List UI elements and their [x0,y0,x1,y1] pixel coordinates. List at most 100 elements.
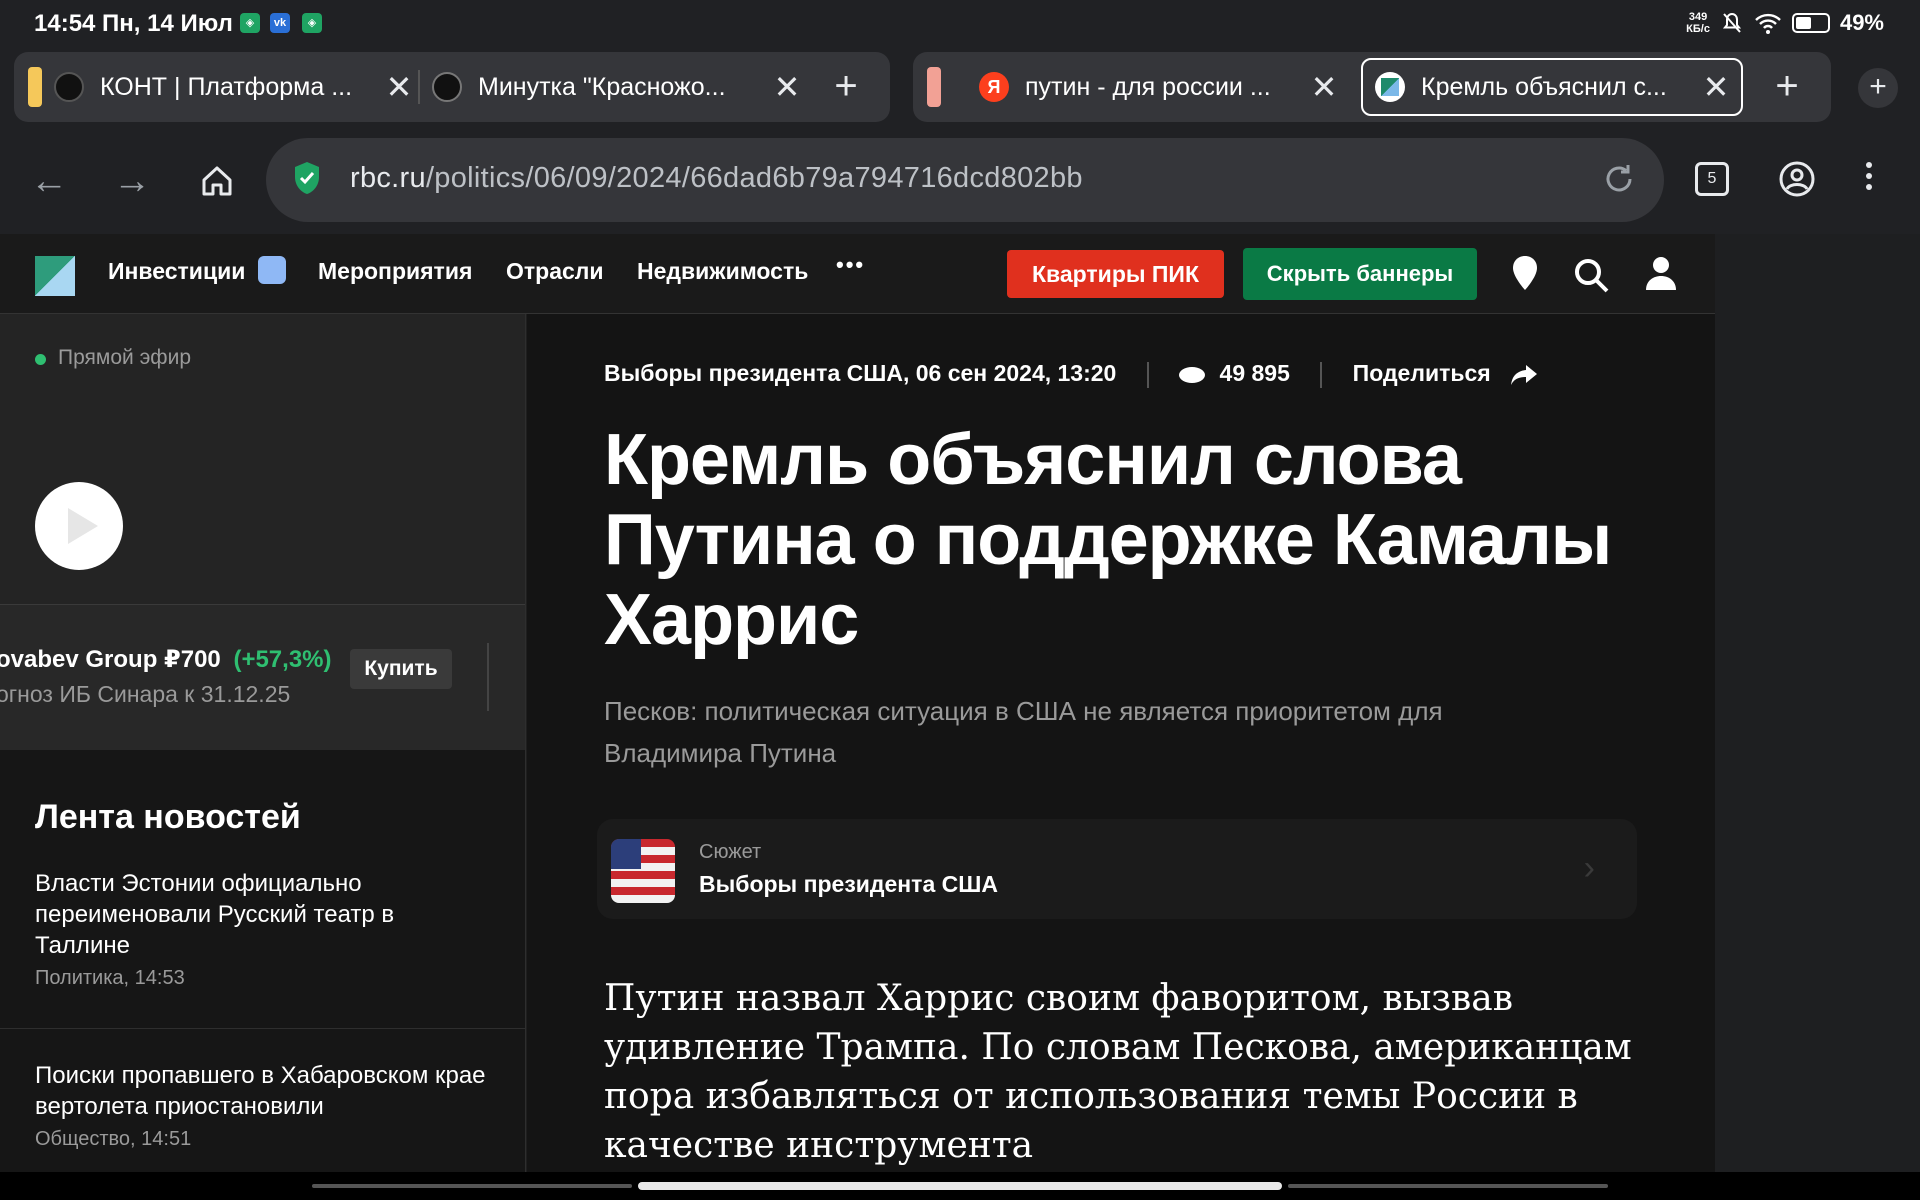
stock-change: (+57,3%) [233,646,332,673]
chevron-right-icon: › [1583,849,1595,887]
news-item[interactable]: Поиски пропавшего в Хабаровском крае вер… [35,1060,495,1151]
news-headline: Поиски пропавшего в Хабаровском крае вер… [35,1062,486,1120]
nav-more-icon[interactable]: ••• [836,252,865,278]
usa-flag-thumbnail [611,839,675,903]
meta-divider [1320,361,1323,388]
rbc-logo-icon[interactable] [35,256,75,296]
menu-kebab-icon[interactable] [1862,160,1876,190]
live-dot-icon [35,354,46,365]
site-header: Инвестиции Мероприятия Отрасли Недвижимо… [0,234,1715,314]
tab-strip: КОНТ | Платформа ... ✕ Минутка "Красножо… [0,46,1920,132]
stock-promo: ovabev Group ₽700 (+57,3%) огноз ИБ Сина… [0,604,525,750]
tab-title: Кремль объяснил с... [1421,72,1667,101]
article-title: Кремль объяснил слова Путина о поддержке… [604,420,1612,660]
news-divider [0,1028,525,1029]
meta-divider [1146,361,1149,388]
status-bar: 14:54 Пн, 14 Июл ◈ vk ◈ 349 КБ/с 49% [0,0,1920,46]
yandex-favicon-icon: Я [979,72,1009,102]
stock-name: ovabev Group ₽700 [0,646,221,673]
url-path: /politics/06/09/2024/66dad6b79a794716dcd… [425,162,1083,194]
article-meta: Выборы президента США, 06 сен 2024, 13:2… [604,360,1539,388]
tab-divider [418,70,420,104]
buy-button[interactable]: Купить [350,649,452,689]
nav-events[interactable]: Мероприятия [318,258,472,285]
news-item[interactable]: Власти Эстонии официально переименовали … [35,868,495,990]
pik-apartments-button[interactable]: Квартиры ПИК [1007,250,1224,298]
account-icon[interactable] [1778,160,1816,198]
story-title: Выборы президента США [699,871,998,897]
tab[interactable]: Я путин - для россии ... ✕ [979,60,1349,114]
tab-active[interactable]: Кремль объяснил с... ✕ [1361,58,1743,116]
live-label: Прямой эфир [58,346,191,369]
minutka-favicon-icon [432,72,462,102]
network-speed: 349 КБ/с [1686,11,1710,35]
tab[interactable]: КОНТ | Платформа ... ✕ [54,60,424,114]
gesture-handle[interactable] [638,1182,1282,1190]
home-icon[interactable] [192,156,242,206]
rbc-favicon-icon [1375,72,1405,102]
share-button[interactable]: Поделиться [1353,360,1491,386]
sidebar: Прямой эфир ovabev Group ₽700 (+57,3%) о… [0,314,526,1172]
secure-shield-icon [295,162,319,194]
tab-title: КОНТ | Платформа ... [100,72,353,101]
views-eye-icon [1179,366,1206,383]
news-feed-title: Лента новостей [35,798,301,836]
close-tab-icon[interactable]: ✕ [770,70,804,104]
chart-badge-icon [257,255,286,284]
tab-group-color[interactable] [28,67,42,107]
news-meta: Общество, 14:51 [35,1128,192,1150]
nav-realty[interactable]: Недвижимость [637,258,808,285]
stock-line: ovabev Group ₽700 (+57,3%) [0,645,332,674]
tab-switcher-button[interactable]: 5 [1695,162,1729,196]
live-stream-block: Прямой эфир [0,314,525,604]
play-icon [68,508,98,544]
address-bar[interactable]: rbc.ru/politics/06/09/2024/66dad6b79a794… [266,138,1664,222]
shield-app-icon: ◈ [302,13,322,33]
article-lead: Песков: политическая ситуация в США не я… [604,696,1443,768]
scroll-segment [1288,1184,1608,1188]
article-rubric-date[interactable]: Выборы президента США, 06 сен 2024, 13:2… [604,360,1116,386]
tab-group-1: КОНТ | Платформа ... ✕ Минутка "Красножо… [14,52,890,122]
reload-icon[interactable] [1602,162,1636,196]
bottom-bar [0,1172,1920,1200]
status-time: 14:54 Пн, 14 Июл [34,10,233,37]
new-tab-group-icon[interactable]: + [1858,68,1898,108]
tab-group-color[interactable] [927,67,941,107]
battery-icon [1791,13,1830,33]
play-button[interactable] [35,482,123,570]
nav-industries[interactable]: Отрасли [506,258,604,285]
close-tab-icon[interactable]: ✕ [382,70,416,104]
url-host: rbc.ru [350,162,426,194]
tab-title: Минутка "Красножо... [478,72,726,101]
hide-banners-button[interactable]: Скрыть баннеры [1243,248,1477,300]
story-card[interactable]: Сюжет Выборы президента США › [597,819,1637,919]
url-text[interactable]: rbc.ru/politics/06/09/2024/66dad6b79a794… [350,162,1083,195]
right-gutter [1715,234,1920,1200]
tab-title: путин - для россии ... [1025,72,1271,101]
share-arrow-icon[interactable] [1509,363,1539,387]
new-tab-in-group-icon[interactable]: + [826,66,866,106]
battery-percent: 49% [1839,10,1884,35]
close-tab-icon[interactable]: ✕ [1699,70,1733,104]
tab[interactable]: Минутка "Красножо... ✕ [432,60,812,114]
nav-investments[interactable]: Инвестиции [108,255,286,287]
news-meta: Политика, 14:53 [35,967,185,989]
news-headline: Власти Эстонии официально переименовали … [35,870,395,959]
forward-icon[interactable]: → [107,156,157,206]
stock-forecast: огноз ИБ Синара к 31.12.25 [0,681,291,707]
views-count: 49 895 [1219,360,1290,386]
close-tab-icon[interactable]: ✕ [1307,70,1341,104]
story-label: Сюжет [699,841,762,863]
kont-favicon-icon [54,72,84,102]
search-icon[interactable] [1572,256,1610,294]
ticker-divider [487,643,489,711]
new-tab-in-group-icon[interactable]: + [1767,66,1807,106]
user-icon[interactable] [1644,254,1678,292]
location-pin-icon[interactable] [1510,254,1540,294]
back-icon[interactable]: ← [24,156,74,206]
tab-group-2: Я путин - для россии ... ✕ Кремль объясн… [913,52,1831,122]
article-body: Путин назвал Харрис своим фаворитом, выз… [604,978,1632,1166]
scroll-segment [312,1184,632,1188]
browser-toolbar: ← → rbc.ru/politics/06/09/2024/66dad6b79… [0,132,1920,234]
shield-app-icon: ◈ [240,13,260,33]
